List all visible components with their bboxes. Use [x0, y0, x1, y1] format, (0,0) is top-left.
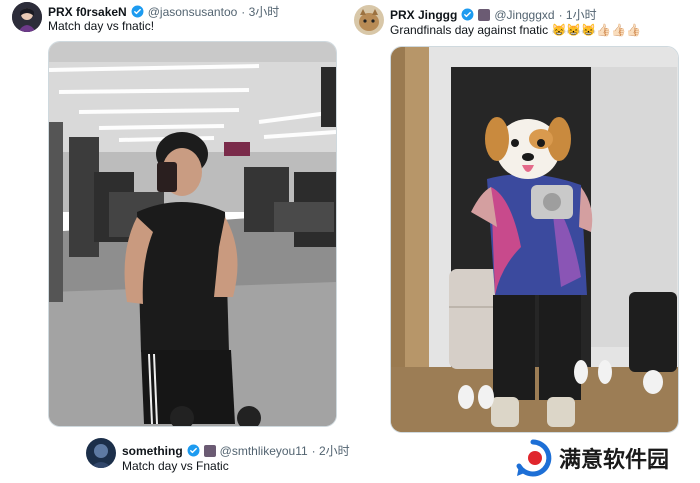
watermark-logo-icon [513, 438, 553, 478]
display-name[interactable]: something [122, 444, 183, 458]
affiliate-badge-icon[interactable] [203, 444, 216, 457]
avatar[interactable] [86, 438, 116, 468]
tweet-photo-gym-selfie[interactable] [48, 41, 337, 427]
tweet-header: PRX Jinggg @Jingggxd · 1小时 [390, 6, 597, 23]
tweet-text: Match day vs fnatic! [48, 19, 155, 33]
verified-badge-icon [187, 444, 200, 457]
tweet-text: Grandfinals day against fnatic 😸😸😸👍🏻👍🏻👍🏻 [390, 23, 641, 37]
avatar[interactable] [12, 2, 42, 32]
tweet-header: something @smthlikeyou11 · 2小时 [122, 442, 350, 459]
tweet-text: Match day vs Fnatic [122, 459, 229, 473]
timestamp[interactable]: · 1小时 [559, 6, 597, 23]
timestamp[interactable]: · 3小时 [241, 3, 279, 20]
verified-badge-icon [131, 5, 144, 18]
watermark: 满意软件园 [513, 436, 699, 480]
tweet-photo-hotel-room[interactable] [390, 46, 679, 433]
display-name[interactable]: PRX Jinggg [390, 8, 457, 22]
watermark-text: 满意软件园 [559, 448, 670, 473]
avatar[interactable] [354, 5, 384, 35]
verified-badge-icon [461, 8, 474, 21]
tweet-header: PRX f0rsakeN @jasonsusantoo · 3小时 [48, 3, 279, 20]
tweet-text-body: Grandfinals day against fnatic [390, 23, 549, 37]
timestamp[interactable]: · 2小时 [312, 442, 350, 459]
user-handle[interactable]: @smthlikeyou11 [220, 444, 308, 458]
tweet-emoji: 😸😸😸👍🏻👍🏻👍🏻 [551, 23, 642, 37]
user-handle[interactable]: @jasonsusantoo [148, 5, 238, 19]
display-name[interactable]: PRX f0rsakeN [48, 5, 127, 19]
user-handle[interactable]: @Jingggxd [494, 8, 554, 22]
affiliate-badge-icon[interactable] [478, 8, 491, 21]
